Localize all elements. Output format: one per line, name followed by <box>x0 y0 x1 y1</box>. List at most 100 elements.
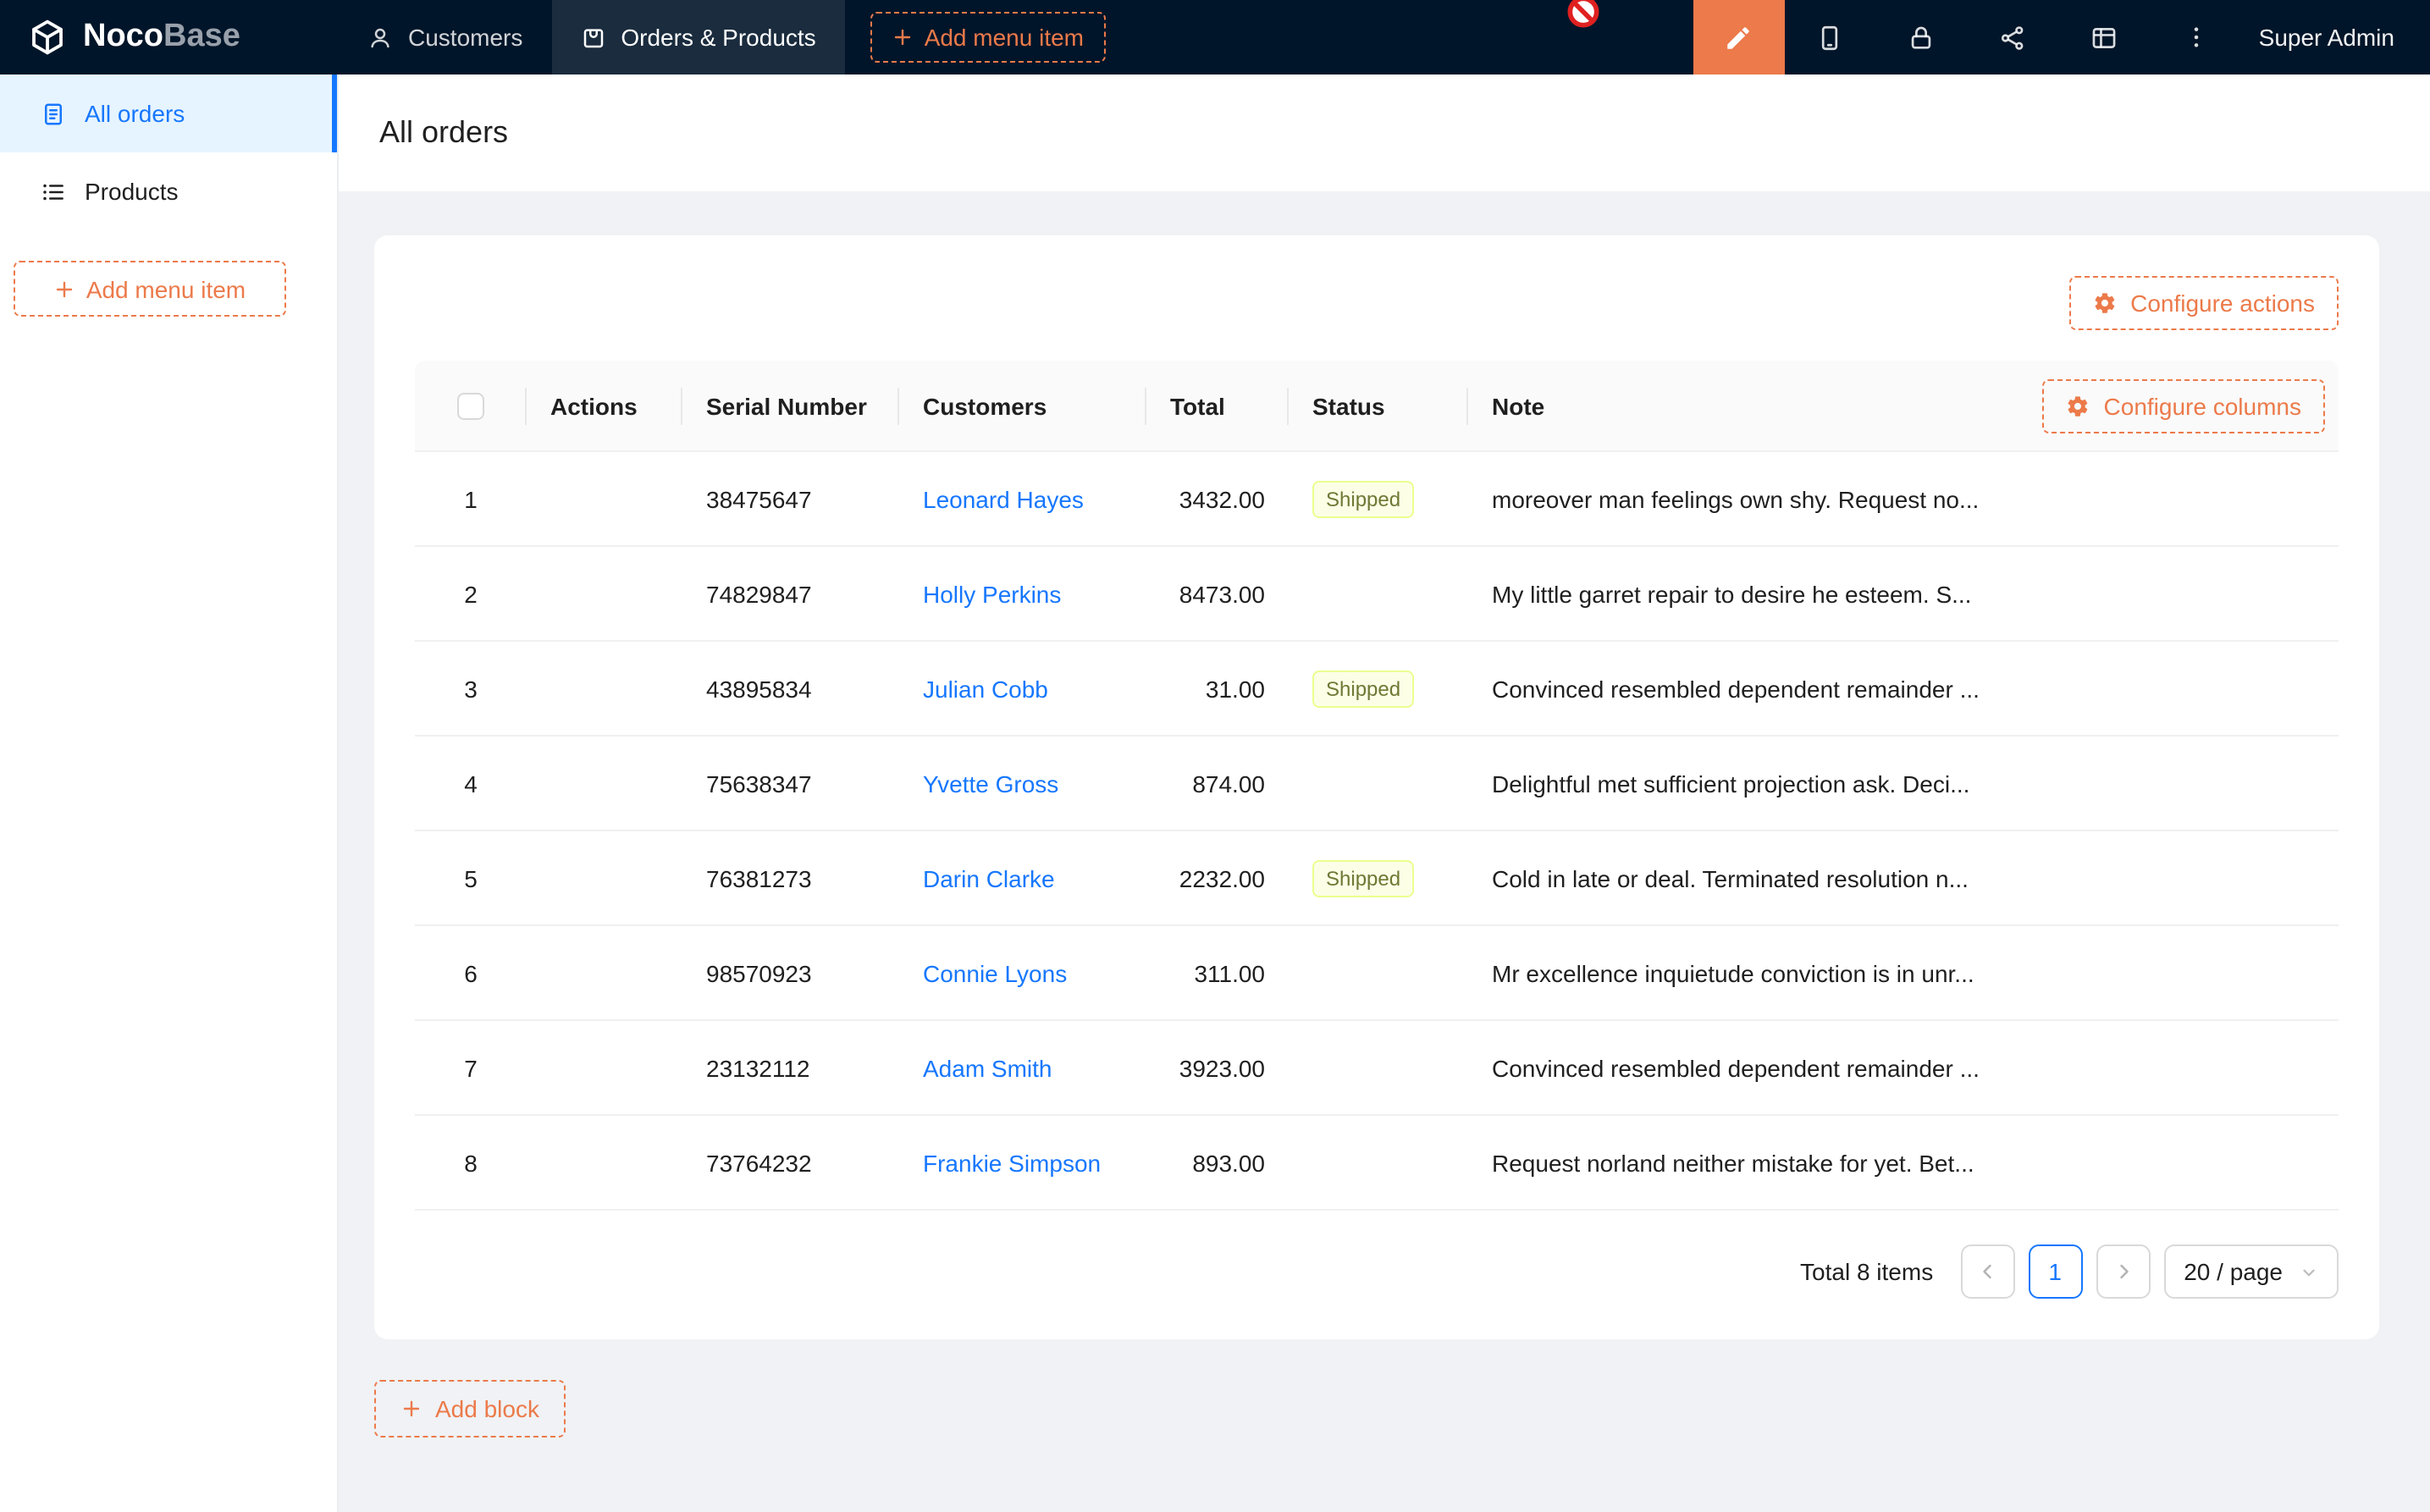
total-cell: 2232.00 <box>1146 864 1289 891</box>
note-cell: Delightful met sufficient projection ask… <box>1468 770 2339 797</box>
table-row[interactable]: 7 23132112 Adam Smith 3923.00 Convinced … <box>415 1021 2339 1116</box>
pagination-prev-button[interactable] <box>1960 1244 2014 1299</box>
plus-icon <box>892 27 913 47</box>
configure-columns-button[interactable]: Configure columns <box>2043 378 2325 433</box>
top-nav-orders-products[interactable]: Orders & Products <box>551 0 844 74</box>
pagination-total: Total 8 items <box>1800 1258 1933 1285</box>
note-cell: moreover man feelings own shy. Request n… <box>1468 485 2339 512</box>
customer-link[interactable]: Leonard Hayes <box>923 485 1084 512</box>
customer-link[interactable]: Yvette Gross <box>923 770 1058 797</box>
customer-link[interactable]: Adam Smith <box>923 1054 1052 1081</box>
total-cell: 31.00 <box>1146 675 1289 702</box>
plus-icon <box>54 279 75 299</box>
total-cell: 3432.00 <box>1146 485 1289 512</box>
top-nav-customers[interactable]: Customers <box>339 0 551 74</box>
note-cell: Convinced resembled dependent remainder … <box>1468 1054 2339 1081</box>
note-cell: Convinced resembled dependent remainder … <box>1468 675 2339 702</box>
app: NocoBase Customers Orders & Products Add <box>0 0 2430 1512</box>
nocobase-logo-icon <box>27 17 68 58</box>
total-cell: 8473.00 <box>1146 580 1289 607</box>
serial-number-cell: 38475647 <box>682 485 899 512</box>
mobile-icon <box>1816 23 1845 52</box>
note-cell: Mr excellence inquietude conviction is i… <box>1468 959 2339 986</box>
package-icon <box>580 25 605 50</box>
customer-link[interactable]: Julian Cobb <box>923 675 1048 702</box>
column-header-serial-number[interactable]: Serial Number <box>682 361 899 450</box>
sidebar-add-menu-item-button[interactable]: Add menu item <box>14 261 286 317</box>
status-cell: Shipped <box>1289 859 1468 897</box>
customer-link[interactable]: Frankie Simpson <box>923 1149 1101 1176</box>
chevron-down-icon <box>2300 1262 2318 1281</box>
team-icon <box>367 25 393 50</box>
table-row[interactable]: 8 73764232 Frankie Simpson 893.00 Reques… <box>415 1116 2339 1211</box>
status-tag: Shipped <box>1312 480 1414 517</box>
sidebar-item-all-orders[interactable]: All orders <box>0 74 337 152</box>
add-block-button[interactable]: Add block <box>374 1380 566 1438</box>
customer-link[interactable]: Darin Clarke <box>923 864 1055 891</box>
select-all-checkbox[interactable] <box>457 392 484 419</box>
layout-button[interactable] <box>2059 0 2151 74</box>
api-button[interactable] <box>1968 0 2059 74</box>
page-header: All orders <box>339 74 2430 191</box>
gear-icon <box>2093 291 2117 315</box>
no-drop-cursor-icon <box>1566 0 1600 29</box>
mobile-preview-button[interactable] <box>1785 0 1876 74</box>
row-index: 5 <box>464 864 478 891</box>
layout: All orders Products Add menu item All or… <box>0 74 2430 1512</box>
sidebar-item-label: Products <box>85 178 179 205</box>
page-size-select[interactable]: 20 / page <box>2163 1244 2339 1299</box>
customer-link[interactable]: Connie Lyons <box>923 959 1067 986</box>
top-nav-label: Customers <box>408 24 522 51</box>
kebab-icon <box>2183 24 2210 51</box>
page-title: All orders <box>379 115 508 151</box>
pagination-next-button[interactable] <box>2096 1244 2150 1299</box>
serial-number-cell: 76381273 <box>682 864 899 891</box>
header-add-menu-item-button[interactable]: Add menu item <box>870 12 1106 63</box>
table-row[interactable]: 2 74829847 Holly Perkins 8473.00 My litt… <box>415 547 2339 642</box>
table-row[interactable]: 3 43895834 Julian Cobb 31.00 Shipped Con… <box>415 642 2339 737</box>
row-index: 1 <box>464 485 478 512</box>
user-menu[interactable]: Super Admin <box>2242 0 2430 74</box>
table-row[interactable]: 1 38475647 Leonard Hayes 3432.00 Shipped… <box>415 452 2339 547</box>
serial-number-cell: 75638347 <box>682 770 899 797</box>
column-header-actions[interactable]: Actions <box>527 361 682 450</box>
table-toolbar: Configure actions <box>415 276 2339 330</box>
lock-button[interactable] <box>1876 0 1968 74</box>
serial-number-cell: 43895834 <box>682 675 899 702</box>
logo[interactable]: NocoBase <box>0 0 339 74</box>
customer-link[interactable]: Holly Perkins <box>923 580 1061 607</box>
chevron-left-icon <box>1977 1261 1997 1282</box>
total-cell: 874.00 <box>1146 770 1289 797</box>
column-header-customers[interactable]: Customers <box>899 361 1146 450</box>
pagination-page-button[interactable]: 1 <box>2028 1244 2082 1299</box>
note-cell: Cold in late or deal. Terminated resolut… <box>1468 864 2339 891</box>
page-content: Configure actions Actions Serial Number … <box>339 191 2430 1512</box>
top-header: NocoBase Customers Orders & Products Add <box>0 0 2430 74</box>
orders-table-block: Configure actions Actions Serial Number … <box>374 235 2379 1339</box>
ui-editor-toggle-button[interactable] <box>1693 0 1785 74</box>
row-index: 7 <box>464 1054 478 1081</box>
column-header-total[interactable]: Total <box>1146 361 1289 450</box>
column-header-status[interactable]: Status <box>1289 361 1468 450</box>
status-cell: Shipped <box>1289 670 1468 707</box>
sidebar-item-label: All orders <box>85 100 185 127</box>
more-button[interactable] <box>2151 0 2242 74</box>
note-cell: Request norland neither mistake for yet.… <box>1468 1149 2339 1176</box>
configure-actions-button[interactable]: Configure actions <box>2069 276 2339 330</box>
table-body: 1 38475647 Leonard Hayes 3432.00 Shipped… <box>415 452 2339 1211</box>
serial-number-cell: 73764232 <box>682 1149 899 1176</box>
pagination: Total 8 items 1 <box>415 1244 2339 1299</box>
table-row[interactable]: 6 98570923 Connie Lyons 311.00 Mr excell… <box>415 926 2339 1021</box>
chevron-right-icon <box>2112 1261 2133 1282</box>
note-cell: My little garret repair to desire he est… <box>1468 580 2339 607</box>
row-index: 6 <box>464 959 478 986</box>
file-table-icon <box>41 101 66 126</box>
table-row[interactable]: 4 75638347 Yvette Gross 874.00 Delightfu… <box>415 737 2339 831</box>
table-row[interactable]: 5 76381273 Darin Clarke 2232.00 Shipped … <box>415 831 2339 926</box>
lock-icon <box>1908 23 1936 52</box>
header-actions: Super Admin <box>1693 0 2430 74</box>
row-index: 4 <box>464 770 478 797</box>
logo-text: NocoBase <box>83 19 240 56</box>
sidebar-item-products[interactable]: Products <box>0 152 337 230</box>
gear-icon <box>2067 394 2090 417</box>
